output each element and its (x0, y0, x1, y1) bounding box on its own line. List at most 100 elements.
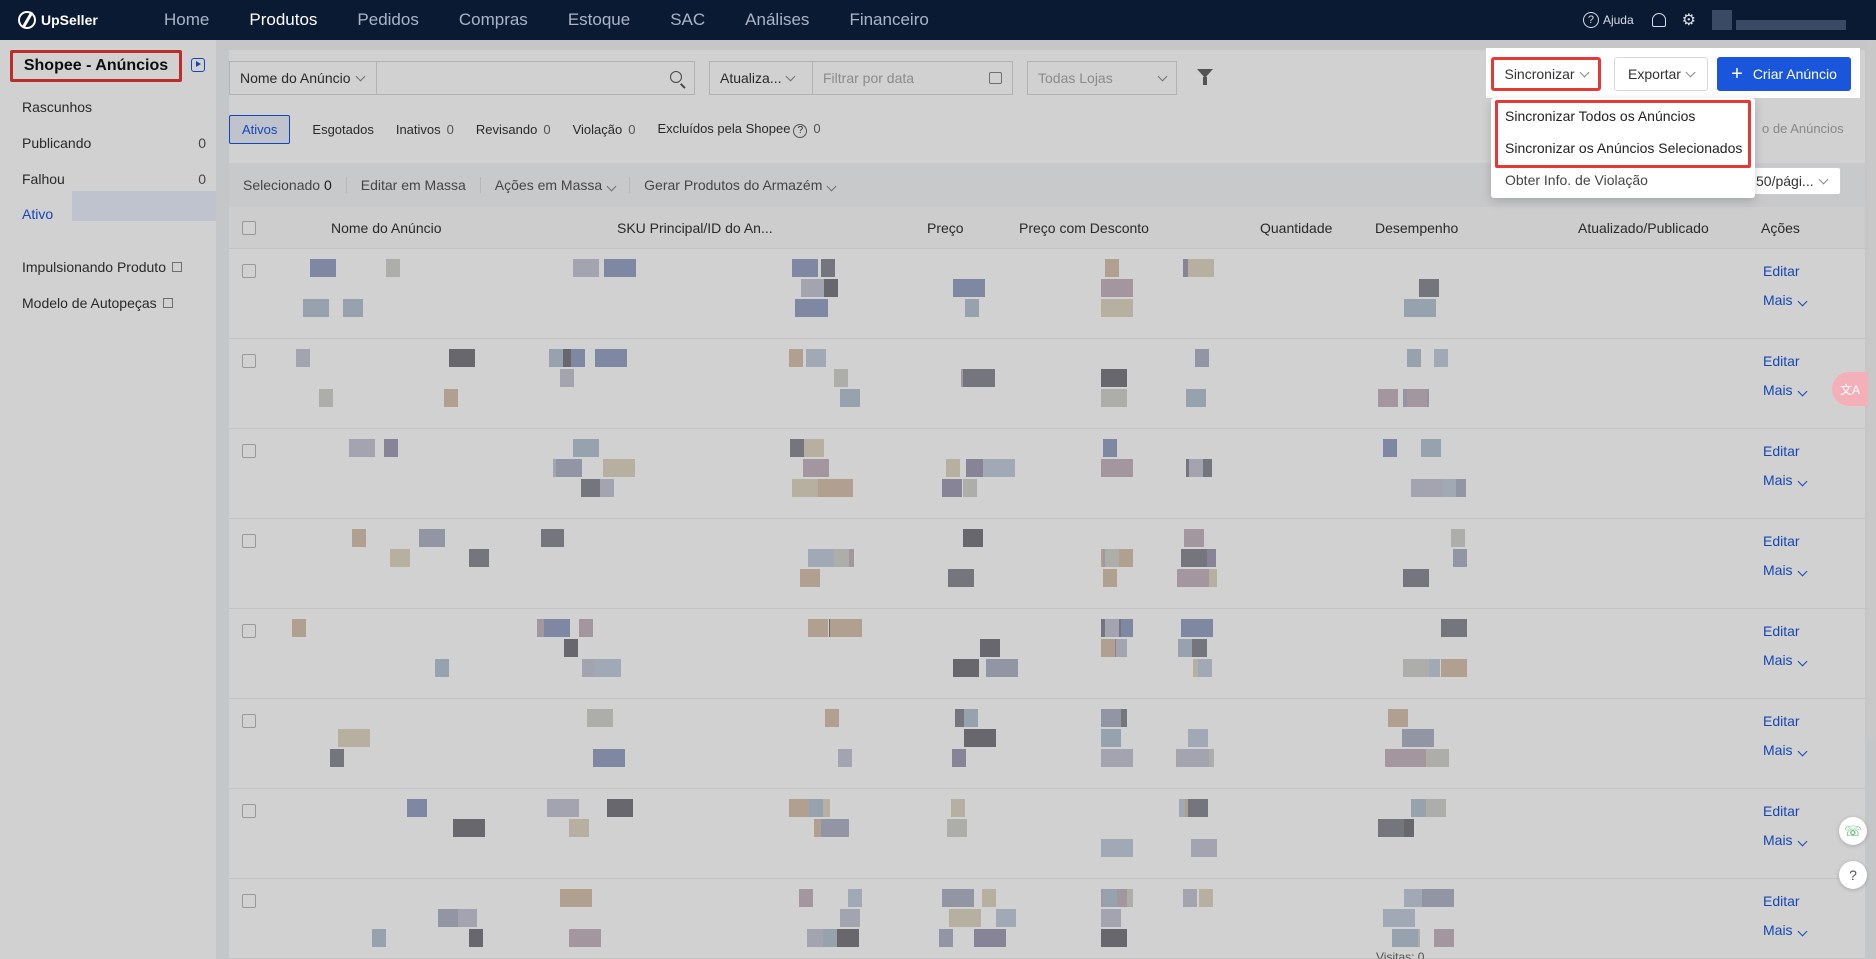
date-type-select[interactable]: Atualiza... (709, 61, 813, 95)
row-checkbox[interactable] (242, 264, 256, 278)
more-dropdown[interactable]: Mais (1763, 742, 1808, 758)
blurred-content (840, 389, 860, 407)
nav-pedidos[interactable]: Pedidos (337, 10, 438, 30)
filter-icon[interactable] (1197, 69, 1213, 87)
search-icon[interactable] (670, 71, 682, 83)
col-desempenho[interactable]: Desempenho (1375, 220, 1458, 236)
nav-estoque[interactable]: Estoque (548, 10, 650, 30)
edit-link[interactable]: Editar (1763, 443, 1800, 459)
more-dropdown[interactable]: Mais (1763, 292, 1808, 308)
sidebar-title: Shopee - Anúncios (10, 50, 182, 82)
col-atualizado[interactable]: Atualizado/Publicado (1578, 220, 1709, 236)
blurred-content (946, 459, 960, 477)
listing-limit-text: o de Anúncios (1762, 121, 1844, 136)
col-preco-desconto[interactable]: Preço com Desconto (1019, 220, 1149, 236)
page-size-select[interactable]: 50/pági... (1751, 167, 1841, 195)
upseller-logo[interactable]: UpSeller (18, 11, 144, 29)
nav-sac[interactable]: SAC (650, 10, 725, 30)
whatsapp-icon[interactable]: ☏ (1839, 817, 1867, 845)
external-link-icon (172, 262, 182, 272)
tab-violacao[interactable]: Violação 0 (573, 122, 636, 137)
blurred-content (982, 889, 996, 907)
row-checkbox[interactable] (242, 804, 256, 818)
blurred-content (544, 619, 570, 637)
search-input[interactable] (377, 61, 695, 95)
menu-item-violation-info[interactable]: Obter Info. de Violação (1505, 172, 1648, 188)
blurred-content (571, 349, 585, 367)
col-preco[interactable]: Preço (927, 220, 964, 236)
blurred-content (604, 259, 636, 277)
question-icon[interactable]: ? (793, 123, 808, 138)
edit-link[interactable]: Editar (1763, 263, 1800, 279)
blurred-content (595, 659, 621, 677)
scrollbar[interactable] (1868, 40, 1876, 740)
tab-excluidos[interactable]: Excluídos pela Shopee? 0 (657, 121, 821, 138)
edit-link[interactable]: Editar (1763, 893, 1800, 909)
translate-icon[interactable]: 文A (1832, 372, 1868, 406)
blurred-content (449, 349, 475, 367)
tab-inativos[interactable]: Inativos 0 (396, 122, 454, 137)
blurred-content (1198, 659, 1212, 677)
chevron-down-icon (355, 71, 365, 81)
nav-financeiro[interactable]: Financeiro (829, 10, 948, 30)
more-dropdown[interactable]: Mais (1763, 562, 1808, 578)
edit-link[interactable]: Editar (1763, 803, 1800, 819)
sidebar-item-falhou[interactable]: Falhou 0 (22, 171, 206, 187)
create-listing-button[interactable]: + Criar Anúncio (1717, 57, 1851, 91)
row-checkbox[interactable] (242, 354, 256, 368)
more-dropdown[interactable]: Mais (1763, 652, 1808, 668)
sync-button[interactable]: Sincronizar (1491, 57, 1601, 91)
menu-item-sync-selected[interactable]: Sincronizar os Anúncios Selecionados (1505, 140, 1742, 156)
tab-ativos[interactable]: Ativos (229, 114, 291, 144)
help-icon[interactable]: ? (1582, 12, 1599, 28)
sidebar-item-publicando[interactable]: Publicando 0 (22, 135, 206, 151)
bell-icon[interactable] (1651, 13, 1666, 27)
row-checkbox[interactable] (242, 894, 256, 908)
row-checkbox[interactable] (242, 714, 256, 728)
sidebar-link-autopecas[interactable]: Modelo de Autopeças (22, 295, 206, 311)
col-nome[interactable]: Nome do Anúncio (331, 220, 442, 236)
blurred-content (1101, 389, 1127, 407)
mass-actions-dropdown[interactable]: Ações em Massa (481, 177, 631, 193)
sidebar-item-rascunhos[interactable]: Rascunhos (22, 99, 206, 115)
nav-analises[interactable]: Análises (725, 10, 829, 30)
nav-produtos[interactable]: Produtos (229, 10, 337, 30)
row-checkbox[interactable] (242, 444, 256, 458)
row-checkbox[interactable] (242, 534, 256, 548)
edit-link[interactable]: Editar (1763, 713, 1800, 729)
gear-icon[interactable]: ⚙ (1682, 10, 1696, 30)
help-float-icon[interactable]: ? (1839, 861, 1867, 889)
menu-item-sync-all[interactable]: Sincronizar Todos os Anúncios (1505, 108, 1695, 124)
export-button[interactable]: Exportar (1614, 57, 1708, 91)
search-field-select[interactable]: Nome do Anúncio (229, 61, 377, 95)
sidebar-item-ativo[interactable]: Ativo (10, 191, 72, 233)
row-checkbox[interactable] (242, 624, 256, 638)
select-all-checkbox[interactable] (242, 221, 256, 235)
edit-link[interactable]: Editar (1763, 623, 1800, 639)
date-filter-input[interactable]: Filtrar por data (813, 61, 1013, 95)
sidebar-link-impulsionando[interactable]: Impulsionando Produto (22, 259, 206, 275)
blurred-content (319, 389, 333, 407)
visits-text: Visitas: 0 (1376, 950, 1425, 959)
edit-link[interactable]: Editar (1763, 533, 1800, 549)
col-sku[interactable]: SKU Principal/ID do An... (617, 220, 773, 236)
blurred-content (1105, 259, 1119, 277)
more-dropdown[interactable]: Mais (1763, 922, 1808, 938)
nav-compras[interactable]: Compras (439, 10, 548, 30)
col-quantidade[interactable]: Quantidade (1260, 220, 1332, 236)
more-dropdown[interactable]: Mais (1763, 382, 1808, 398)
blurred-content (419, 529, 445, 547)
tab-revisando[interactable]: Revisando 0 (476, 122, 551, 137)
edit-link[interactable]: Editar (1763, 353, 1800, 369)
chevron-down-icon (1157, 71, 1168, 81)
more-dropdown[interactable]: Mais (1763, 472, 1808, 488)
more-dropdown[interactable]: Mais (1763, 832, 1808, 848)
generate-products-dropdown[interactable]: Gerar Produtos do Armazém (630, 177, 849, 193)
help-link[interactable]: Ajuda (1603, 13, 1634, 27)
sidebar-collapse-icon[interactable] (191, 58, 205, 72)
tab-esgotados[interactable]: Esgotados (312, 122, 373, 137)
edit-mass-button[interactable]: Editar em Massa (347, 177, 481, 193)
avatar[interactable] (1712, 10, 1732, 30)
store-select[interactable]: Todas Lojas (1027, 61, 1177, 95)
nav-home[interactable]: Home (144, 10, 229, 30)
